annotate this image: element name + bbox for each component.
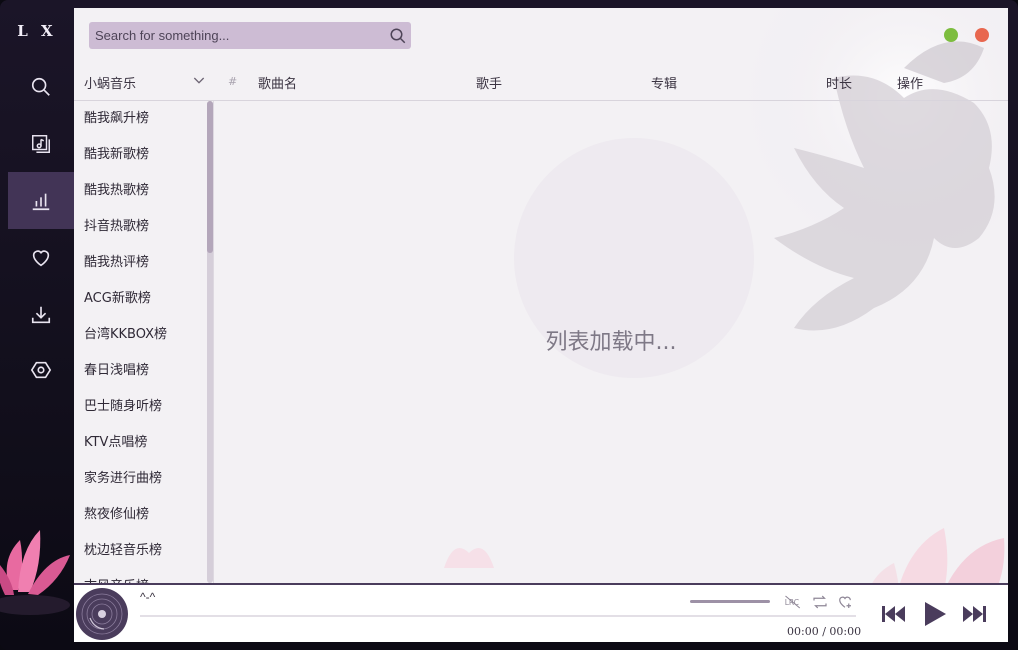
nav-favorites[interactable] xyxy=(8,229,74,286)
heart-icon xyxy=(32,249,50,266)
column-album: 专辑 xyxy=(651,77,678,92)
board-item[interactable]: 春日浅唱榜 xyxy=(74,353,213,389)
search-icon xyxy=(390,28,406,43)
download-icon xyxy=(31,306,51,323)
source-select-value: 小蜗音乐 xyxy=(84,77,137,92)
board-item[interactable]: KTV点唱榜 xyxy=(74,425,213,461)
search-box[interactable]: Search for something... xyxy=(89,22,411,49)
board-item[interactable]: 家务进行曲榜 xyxy=(74,461,213,497)
board-item[interactable]: 酷我热评榜 xyxy=(74,245,213,281)
song-title: ^-^ xyxy=(140,590,156,604)
nav-download[interactable] xyxy=(8,286,74,343)
repeat-icon[interactable] xyxy=(811,593,829,611)
sidebar: L X xyxy=(0,0,74,650)
player-bar: ^-^ LRC 00:00 / 00:00 xyxy=(74,583,1008,642)
nav-settings[interactable] xyxy=(8,341,74,398)
board-item[interactable]: 台湾KKBOX榜 xyxy=(74,317,213,353)
board-item[interactable]: ACG新歌榜 xyxy=(74,281,213,317)
app-window: L X Search for something... 小蜗音乐 # 歌曲名 歌… xyxy=(0,0,1018,650)
column-index: # xyxy=(228,75,238,88)
lyrics-icon[interactable]: LRC xyxy=(784,593,802,611)
board-list: 酷我飙升榜 酷我新歌榜 酷我热歌榜 抖音热歌榜 酷我热评榜 ACG新歌榜 台湾KKBOX榜春… xyxy=(74,101,214,583)
play-icon[interactable] xyxy=(919,599,949,629)
lotus-decoration xyxy=(0,530,70,615)
board-item[interactable]: 巴士随身听榜 xyxy=(74,389,213,425)
search-button[interactable] xyxy=(385,22,411,49)
time-total: 00:00 xyxy=(829,625,862,638)
nav-songlist[interactable] xyxy=(8,115,74,172)
loading-message: 列表加载中... xyxy=(545,330,677,355)
add-favorite-icon[interactable] xyxy=(836,593,854,611)
list-header: 小蜗音乐 # 歌曲名 歌手 专辑 时长 操作 xyxy=(74,68,1008,101)
nav-leaderboard[interactable] xyxy=(8,172,74,229)
scrollbar-thumb[interactable] xyxy=(207,101,213,253)
close-button[interactable] xyxy=(975,28,989,42)
album-disc-icon[interactable] xyxy=(76,588,128,640)
board-item[interactable]: 酷我新歌榜 xyxy=(74,137,213,173)
time-separator: / xyxy=(822,625,826,638)
settings-icon xyxy=(30,361,52,378)
progress-bar[interactable] xyxy=(140,615,856,617)
column-duration: 时长 xyxy=(826,77,853,92)
column-artist: 歌手 xyxy=(476,77,503,92)
volume-slider[interactable] xyxy=(690,600,770,603)
chevron-down-icon xyxy=(193,77,205,84)
minimize-button[interactable] xyxy=(944,28,958,42)
music-list-icon xyxy=(32,134,50,153)
board-item[interactable]: 古风音乐榜 xyxy=(74,569,213,583)
board-item[interactable]: 抖音热歌榜 xyxy=(74,209,213,245)
column-action: 操作 xyxy=(897,77,924,92)
search-icon xyxy=(31,77,50,96)
bar-chart-icon xyxy=(32,193,50,210)
time-current: 00:00 xyxy=(787,625,819,638)
nav-search[interactable] xyxy=(8,58,74,115)
board-item[interactable]: 酷我飙升榜 xyxy=(74,101,213,137)
board-item[interactable]: 酷我热歌榜 xyxy=(74,173,213,209)
main-panel: Search for something... 小蜗音乐 # 歌曲名 歌手 专辑… xyxy=(74,8,1008,642)
previous-icon[interactable] xyxy=(878,599,908,629)
search-input[interactable]: Search for something... xyxy=(95,28,385,43)
next-icon[interactable] xyxy=(960,599,990,629)
time-display: 00:00 / 00:00 xyxy=(787,625,861,638)
board-item[interactable]: 枕边轻音乐榜 xyxy=(74,533,213,569)
app-logo: L X xyxy=(17,22,57,40)
board-item[interactable]: 熬夜修仙榜 xyxy=(74,497,213,533)
source-select[interactable]: 小蜗音乐 xyxy=(84,73,205,92)
column-song-name: 歌曲名 xyxy=(258,77,298,92)
